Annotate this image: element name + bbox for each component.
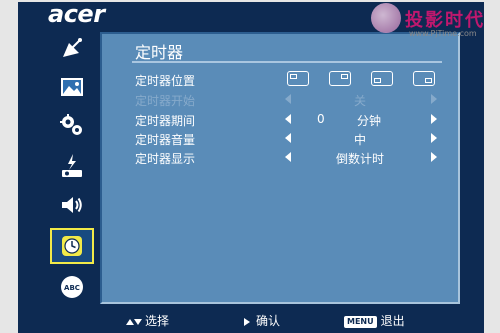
- speaker-icon: [62, 197, 82, 213]
- arrow-left-icon[interactable]: [285, 94, 291, 104]
- position-bottom-left-option[interactable]: [371, 71, 393, 86]
- hint-select: 选择: [126, 312, 169, 329]
- position-top-left-option[interactable]: [287, 71, 309, 86]
- up-arrow-icon: [126, 318, 134, 325]
- hint-exit: MENU 退出: [344, 312, 405, 329]
- row-label: 定时器显示: [135, 152, 196, 166]
- osd-screen: acer ABC 定时器 定时器位置 定时器开始 关 定时器期间 0 分钟 定时…: [18, 0, 484, 333]
- arrow-left-icon[interactable]: [285, 133, 291, 143]
- gears-icon: [60, 114, 82, 135]
- language-abc-icon: ABC: [61, 276, 83, 298]
- row-label: 定时器期间: [135, 114, 196, 128]
- watermark: 投影时代 www.PjTime.com: [365, 3, 495, 43]
- panel-title: 定时器: [135, 43, 184, 62]
- satellite-dish-icon: [63, 38, 82, 57]
- clock-icon: [62, 236, 82, 256]
- sidebar-item-audio[interactable]: [52, 188, 92, 222]
- lamp-power-icon: [62, 154, 82, 177]
- arrow-right-icon[interactable]: [431, 152, 437, 162]
- row-label: 定时器开始: [135, 94, 196, 108]
- row-value: 关: [353, 94, 366, 108]
- hint-select-label: 选择: [145, 314, 170, 328]
- position-top-right-icon: [341, 74, 348, 79]
- sidebar-menu: ABC: [48, 32, 96, 302]
- arrow-right-icon[interactable]: [431, 133, 437, 143]
- svg-text:ABC: ABC: [64, 284, 80, 292]
- row-label: 定时器位置: [135, 74, 196, 88]
- watermark-logo-icon: [371, 3, 401, 33]
- position-top-right-option[interactable]: [329, 71, 351, 86]
- sidebar-item-timer[interactable]: [50, 228, 94, 264]
- down-arrow-icon: [134, 318, 142, 325]
- image-icon: [61, 78, 83, 96]
- sidebar-item-settings[interactable]: [52, 108, 92, 142]
- hint-confirm: 确认: [244, 312, 280, 329]
- position-bottom-right-icon: [425, 78, 432, 83]
- arrow-right-icon[interactable]: [431, 94, 437, 104]
- hint-exit-label: 退出: [380, 314, 405, 328]
- row-value: 中: [353, 133, 366, 147]
- arrow-right-icon[interactable]: [431, 114, 437, 124]
- position-top-left-icon: [290, 74, 297, 79]
- menu-key-icon: MENU: [344, 315, 377, 328]
- row-value: 倒数计时: [335, 152, 384, 166]
- right-arrow-icon: [244, 317, 250, 326]
- sidebar-item-management[interactable]: [52, 148, 92, 182]
- row-label: 定时器音量: [135, 133, 196, 147]
- arrow-left-icon[interactable]: [285, 114, 291, 124]
- title-divider: [132, 61, 442, 63]
- brand-logo: acer: [48, 0, 105, 28]
- sidebar-item-picture[interactable]: [52, 70, 92, 104]
- sidebar-item-source[interactable]: [52, 32, 92, 66]
- duration-unit: 分钟: [357, 114, 382, 128]
- position-bottom-left-icon: [374, 78, 381, 83]
- footer-hints: 选择 确认 MENU 退出: [48, 308, 478, 330]
- hint-confirm-label: 确认: [256, 314, 281, 328]
- sidebar-item-language[interactable]: ABC: [52, 270, 92, 304]
- timer-settings-panel: 定时器 定时器位置 定时器开始 关 定时器期间 0 分钟 定时器音量 中 定时器…: [100, 32, 460, 304]
- watermark-url: www.PjTime.com: [409, 29, 477, 38]
- duration-number: 0: [317, 112, 325, 126]
- position-bottom-right-option[interactable]: [413, 71, 435, 86]
- arrow-left-icon[interactable]: [285, 152, 291, 162]
